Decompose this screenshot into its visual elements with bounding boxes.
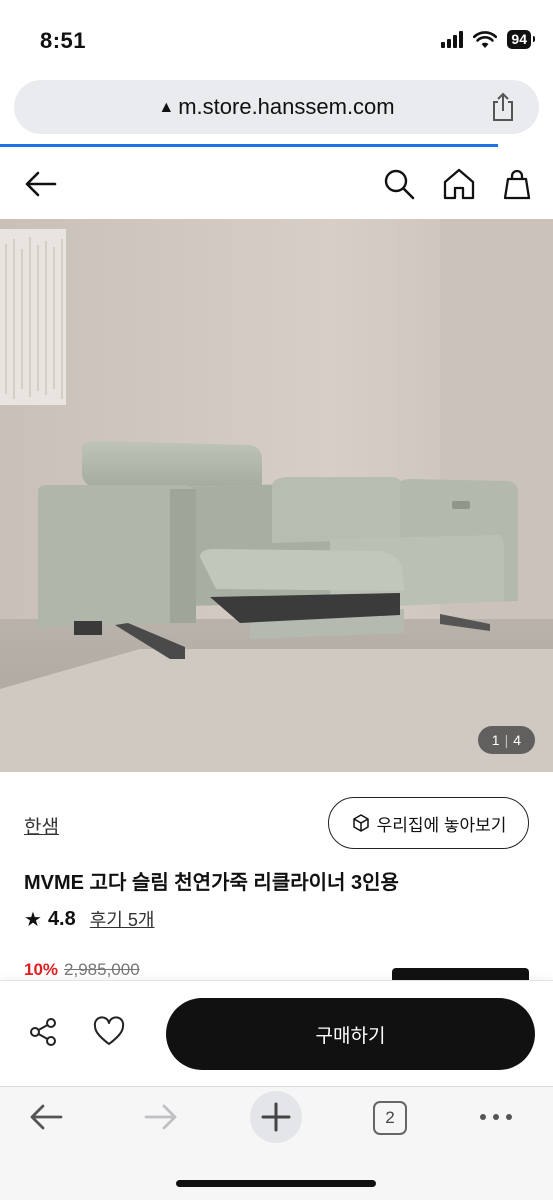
warning-triangle-icon: ▲ [158, 99, 175, 116]
price-row: 10% 2,985,000 [24, 960, 140, 980]
3d-cube-icon [352, 814, 369, 832]
brand-link[interactable]: 한샘 [24, 812, 59, 839]
product-title: MVME 고다 슬림 천연가죽 리클라이너 3인용 [24, 872, 399, 894]
back-arrow-icon[interactable] [22, 166, 58, 202]
url-text: m.store.hanssem.com [178, 94, 395, 119]
star-icon: ★ [24, 908, 42, 931]
new-tab-button[interactable] [250, 1091, 302, 1143]
battery-indicator: 94 [507, 30, 535, 49]
home-indicator [176, 1180, 376, 1187]
more-dots-icon[interactable] [476, 1097, 516, 1137]
tabs-button[interactable]: 2 [373, 1101, 407, 1135]
plus-icon [261, 1102, 291, 1132]
reviews-link[interactable]: 후기 5개 [90, 906, 155, 932]
home-icon[interactable] [441, 166, 477, 202]
forward-arrow-icon[interactable] [141, 1097, 181, 1137]
ar-view-button[interactable]: 우리집에 놓아보기 [328, 797, 529, 849]
product-image-carousel[interactable]: 1 | 4 [0, 219, 553, 772]
wifi-icon [473, 30, 498, 48]
address-bar[interactable]: ▲ m.store.hanssem.com [14, 80, 539, 134]
rating-score: 4.8 [47, 907, 76, 930]
purchase-bar: 구매하기 [0, 980, 553, 1086]
status-indicators: 94 [441, 30, 535, 49]
page-load-progress [0, 144, 498, 147]
rating-row: ★ 4.8 후기 5개 [24, 906, 154, 932]
pager-total: 4 [513, 732, 521, 748]
status-bar: 8:51 94 [0, 0, 553, 72]
product-photo [0, 219, 553, 772]
cellular-signal-icon [441, 31, 464, 48]
heart-icon[interactable] [92, 1015, 126, 1049]
share-icon[interactable] [26, 1015, 60, 1049]
image-pager: 1 | 4 [477, 726, 535, 754]
shopping-bag-icon[interactable] [499, 166, 535, 202]
back-arrow-icon[interactable] [26, 1097, 66, 1137]
share-icon[interactable] [489, 92, 517, 122]
buy-button[interactable]: 구매하기 [166, 998, 535, 1070]
ar-view-label: 우리집에 놓아보기 [376, 815, 507, 835]
site-header [0, 150, 553, 218]
url-display[interactable]: ▲ m.store.hanssem.com [14, 94, 539, 120]
search-icon[interactable] [381, 166, 417, 202]
status-time: 8:51 [40, 28, 87, 53]
pager-current: 1 [491, 732, 500, 748]
discount-rate: 10% [24, 960, 59, 979]
original-price: 2,985,000 [64, 960, 140, 979]
